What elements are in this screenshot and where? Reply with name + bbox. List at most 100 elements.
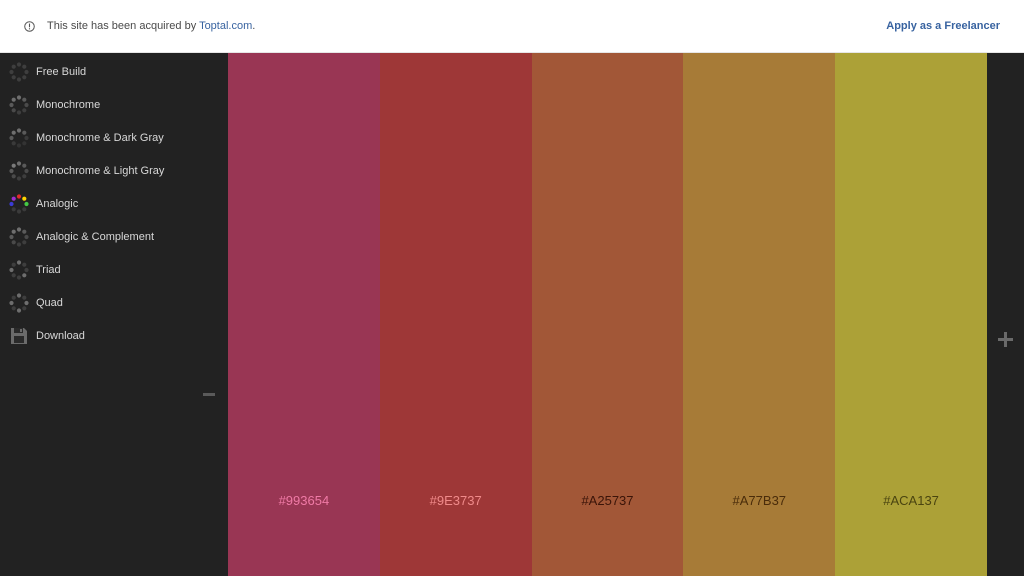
ring-dot xyxy=(11,74,16,79)
ring-dot xyxy=(16,259,22,265)
ring-dot xyxy=(16,208,22,214)
menu-item-label: Download xyxy=(36,329,85,342)
analogic-icon xyxy=(9,193,29,214)
ring-dot xyxy=(9,201,14,206)
color-swatch-4[interactable]: #A77B37 xyxy=(683,53,836,576)
ring-dot xyxy=(22,140,27,145)
ring-dot xyxy=(16,142,22,148)
ring-dot xyxy=(9,102,14,107)
add-color-button[interactable] xyxy=(998,332,1013,347)
ring-dot xyxy=(24,69,29,74)
menu-item-analogic[interactable]: Analogic xyxy=(8,187,208,220)
swatch-hex-label: #A25737 xyxy=(581,493,634,508)
ring-dot xyxy=(22,229,27,234)
banner-message: This site has been acquired by Toptal.co… xyxy=(47,20,255,32)
ring-dot xyxy=(16,94,22,100)
color-swatch-1[interactable]: #993654 xyxy=(228,53,380,576)
ring-dot xyxy=(16,193,22,199)
ring-dot xyxy=(22,239,27,244)
apply-freelancer-link[interactable]: Apply as a Freelancer xyxy=(886,20,1000,32)
ring-dot xyxy=(11,272,16,277)
ring-dot xyxy=(11,107,16,112)
menu-item-monochrome-light-gray[interactable]: Monochrome & Light Gray xyxy=(8,154,208,187)
triad-icon xyxy=(9,259,29,280)
scheme-sidebar: Free Build Monochrome Monochrome & Dark … xyxy=(0,53,228,576)
ring-dot xyxy=(24,135,29,140)
menu-item-label: Monochrome & Dark Gray xyxy=(36,131,164,144)
swatch-hex-label: #9E3737 xyxy=(429,493,482,508)
ring-dot xyxy=(11,305,16,310)
menu-item-label: Analogic xyxy=(36,197,79,210)
ring-dot xyxy=(11,262,16,267)
menu-item-monochrome-dark-gray[interactable]: Monochrome & Dark Gray xyxy=(8,121,208,154)
menu-item-analogic-complement[interactable]: Analogic & Complement xyxy=(8,220,208,253)
ring-dot xyxy=(16,160,22,166)
swatch-hex-label: #A77B37 xyxy=(732,493,787,508)
ring-dot xyxy=(22,74,27,79)
ring-dot xyxy=(11,206,16,211)
banner-message-suffix: . xyxy=(252,20,256,32)
toptal-link[interactable]: Toptal.com xyxy=(199,20,252,32)
ring-dot xyxy=(22,305,27,310)
menu-item-label: Quad xyxy=(36,296,63,309)
acquisition-banner: This site has been acquired by Toptal.co… xyxy=(0,0,1024,53)
menu-item-label: Monochrome xyxy=(36,98,101,111)
menu-item-free-build[interactable]: Free Build xyxy=(8,55,208,88)
ring-dot xyxy=(9,69,14,74)
menu-item-label: Triad xyxy=(36,263,61,276)
menu-item-label: Analogic & Complement xyxy=(36,230,155,243)
info-icon xyxy=(24,21,35,32)
ring-dot xyxy=(9,300,14,305)
ring-dot xyxy=(11,295,16,300)
menu-item-quad[interactable]: Quad xyxy=(8,286,208,319)
menu-item-download[interactable]: Download xyxy=(8,319,208,352)
ring-dot xyxy=(16,292,22,298)
analogic-complement-icon xyxy=(9,226,29,247)
ring-dot xyxy=(11,163,16,168)
color-swatch-3[interactable]: #A25737 xyxy=(531,53,684,576)
remove-color-button[interactable] xyxy=(201,387,217,401)
menu-item-triad[interactable]: Triad xyxy=(8,253,208,286)
ring-dot xyxy=(22,272,27,277)
ring-dot xyxy=(22,107,27,112)
quad-icon xyxy=(9,292,29,313)
swatch-hex-label: #ACA137 xyxy=(883,493,939,508)
ring-dot xyxy=(16,226,22,232)
ring-dot xyxy=(24,201,29,206)
monochrome-light-gray-icon xyxy=(9,160,29,181)
ring-dot xyxy=(22,64,27,69)
ring-dot xyxy=(22,262,27,267)
ring-dot xyxy=(24,300,29,305)
ring-dot xyxy=(11,140,16,145)
ring-dot xyxy=(9,168,14,173)
ring-dot xyxy=(22,97,27,102)
color-swatch-5[interactable]: #ACA137 xyxy=(835,53,987,576)
ring-dot xyxy=(11,239,16,244)
banner-message-text: This site has been acquired by xyxy=(47,20,200,32)
menu-item-monochrome[interactable]: Monochrome xyxy=(8,88,208,121)
ring-dot xyxy=(22,196,27,201)
ring-dot xyxy=(16,274,22,280)
ring-dot xyxy=(22,295,27,300)
free-build-icon xyxy=(9,61,29,82)
floppy-disk-icon xyxy=(11,327,27,344)
ring-dot xyxy=(22,130,27,135)
ring-dot xyxy=(11,173,16,178)
monochrome-dark-gray-icon xyxy=(9,127,29,148)
swatch-hex-label: #993654 xyxy=(278,493,330,508)
menu-item-label: Free Build xyxy=(36,65,87,78)
ring-dot xyxy=(22,206,27,211)
ring-dot xyxy=(16,127,22,133)
ring-dot xyxy=(9,267,14,272)
ring-dot xyxy=(22,173,27,178)
color-swatch-2[interactable]: #9E3737 xyxy=(379,53,532,576)
ring-dot xyxy=(24,267,29,272)
ring-dot xyxy=(16,307,22,313)
ring-dot xyxy=(9,135,14,140)
menu-item-label: Monochrome & Light Gray xyxy=(36,164,165,177)
ring-dot xyxy=(16,109,22,115)
ring-dot xyxy=(16,175,22,181)
right-bar xyxy=(987,53,1024,576)
ring-dot xyxy=(11,130,16,135)
color-palette: #993654 #9E3737 #A25737 #A77B37 #ACA137 xyxy=(228,53,987,576)
